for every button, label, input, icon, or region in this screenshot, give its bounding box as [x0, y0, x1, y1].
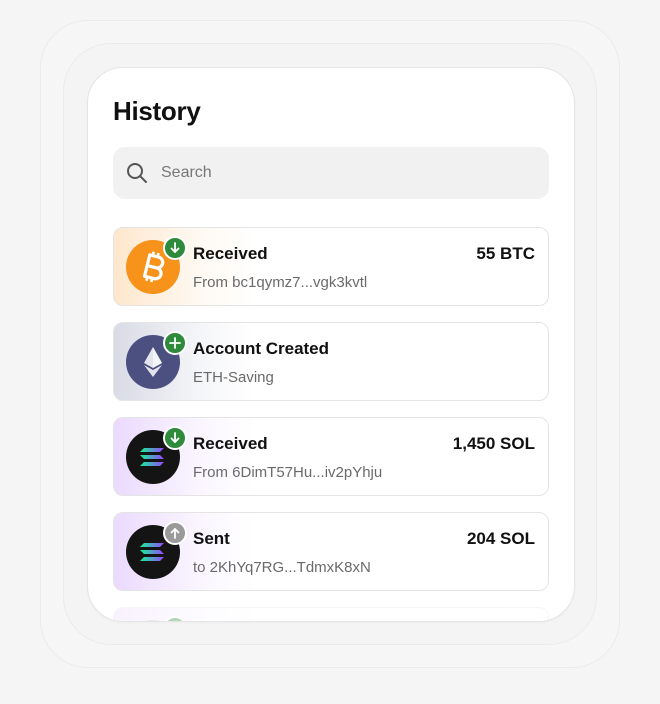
- list-item[interactable]: Account Created ETH-Saving: [113, 322, 549, 401]
- list-item[interactable]: Received From 6DimT57Hu...iv2pYhju 1,450…: [113, 417, 549, 496]
- transaction-label: Sent: [193, 529, 230, 548]
- page-title: History: [113, 96, 201, 126]
- transaction-detail: From bc1qymz7...vgk3kvtl: [193, 274, 368, 291]
- search-input[interactable]: [161, 147, 531, 199]
- transaction-detail: From 6DimT57Hu...iv2pYhju: [193, 464, 383, 481]
- received-arrow-icon: [163, 426, 187, 450]
- transaction-detail: ETH-Saving: [193, 369, 274, 386]
- sent-arrow-icon: [163, 521, 187, 545]
- list-item[interactable]: Received From bc1qymz7...vgk3kvtl 55 BTC: [113, 227, 549, 306]
- list-item-partial[interactable]: [113, 607, 549, 621]
- transaction-label: Account Created: [193, 339, 330, 358]
- transaction-detail: to 2KhYq7RG...TdmxK8xN: [193, 559, 371, 576]
- transaction-list: Received From bc1qymz7...vgk3kvtl 55 BTC: [113, 227, 549, 621]
- history-panel: History Search Received From bc1qymz7...…: [87, 67, 575, 622]
- transaction-amount: 55 BTC: [476, 244, 535, 263]
- transaction-label: Received: [193, 244, 268, 263]
- list-item[interactable]: Sent to 2KhYq7RG...TdmxK8xN 204 SOL: [113, 512, 549, 591]
- transaction-amount: 1,450 SOL: [452, 434, 535, 453]
- transaction-amount: 204 SOL: [466, 529, 535, 548]
- transaction-label: Received: [193, 434, 268, 453]
- search-bar[interactable]: [113, 147, 549, 199]
- search-icon: [126, 162, 148, 184]
- plus-icon: [163, 331, 187, 355]
- received-arrow-icon: [163, 236, 187, 260]
